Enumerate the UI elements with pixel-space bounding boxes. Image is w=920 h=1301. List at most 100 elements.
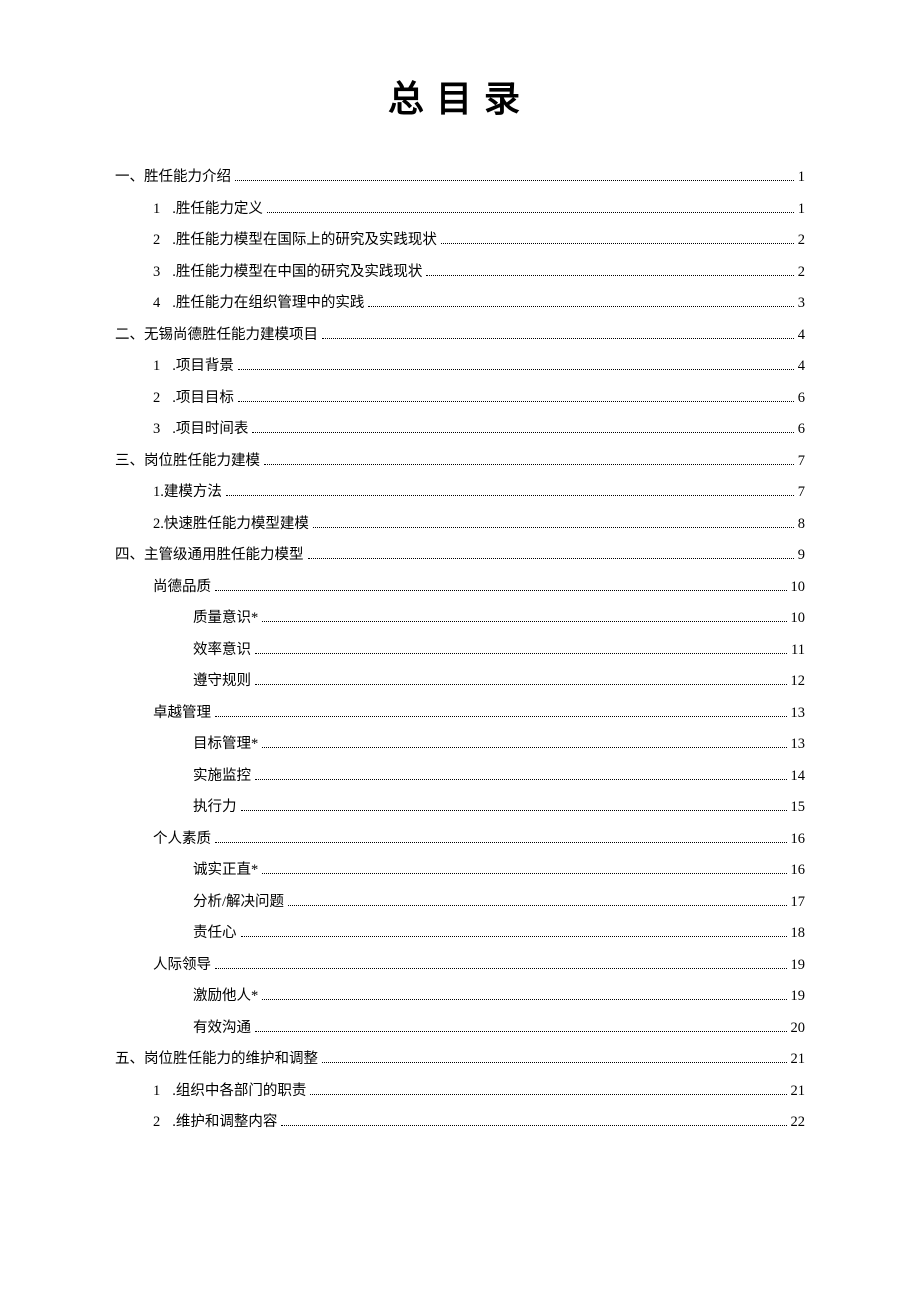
toc-entry-label: 分析/解决问题 [193,895,284,910]
toc-entry-page: 2 [798,233,805,248]
toc-entry: 人际领导19 [153,958,805,973]
toc-entry-page: 7 [798,454,805,469]
toc-entry-page: 10 [791,611,806,626]
toc-entry-label: 执行力 [193,800,237,815]
toc-entry: 实施监控 14 [193,769,805,784]
toc-entry: 2.项目目标6 [153,391,805,406]
toc-entry-label: 卓越管理 [153,706,211,721]
toc-leader [255,653,787,654]
toc-leader [310,1094,786,1095]
toc-entry-page: 22 [791,1115,806,1130]
toc-entry-label: .胜任能力定义 [172,202,263,217]
toc-leader [238,369,794,370]
toc-leader [441,243,794,244]
toc-entry-number: 二、 [115,328,144,343]
toc-leader [255,1031,787,1032]
toc-entry: 1.建模方法7 [153,485,805,500]
toc-leader [241,936,787,937]
toc-leader [235,180,794,181]
toc-entry: 有效沟通20 [193,1021,805,1036]
toc-entry: 3 .项目时间表 6 [153,422,805,437]
toc-entry-number: 四、 [115,548,144,563]
toc-entry-page: 4 [798,328,805,343]
toc-entry-label: 2.快速胜任能力模型建模 [153,517,309,532]
toc-entry-number: 3 [153,422,160,437]
toc-leader [215,842,787,843]
toc-entry-label: 岗位胜任能力的维护和调整 [144,1052,318,1067]
toc-entry: 责任心18 [193,926,805,941]
toc-entry-label: 责任心 [193,926,237,941]
toc-entry-number: 五、 [115,1052,144,1067]
toc-entry: 激励他人*19 [193,989,805,1004]
toc-entry-page: 2 [798,265,805,280]
toc-entry-page: 19 [791,958,806,973]
toc-entry-label: .组织中各部门的职责 [172,1084,306,1099]
toc-entry-page: 6 [798,391,805,406]
toc-entry-number: 1 [153,1084,160,1099]
toc-leader [322,1062,787,1063]
toc-entry-page: 16 [791,832,806,847]
toc-leader [215,968,787,969]
toc-entry-page: 4 [798,359,805,374]
toc-entry: 效率意识11 [193,643,805,658]
toc-entry-page: 8 [798,517,805,532]
toc-entry-label: 个人素质 [153,832,211,847]
toc-entry-page: 14 [791,769,806,784]
toc-entry: 2.快速胜任能力模型建模 8 [153,517,805,532]
toc-leader [238,401,794,402]
toc-entry-label: .维护和调整内容 [172,1115,277,1130]
toc-entry-label: .项目时间表 [172,422,248,437]
toc-entry-page: 17 [791,895,806,910]
toc-entry-label: 效率意识 [193,643,251,658]
toc-entry-page: 3 [798,296,805,311]
toc-entry-page: 10 [791,580,806,595]
toc-entry-label: .胜任能力在组织管理中的实践 [172,296,364,311]
toc-entry-number: 1 [153,359,160,374]
toc-leader [262,873,786,874]
toc-entry-number: 1 [153,202,160,217]
table-of-contents: 一、胜任能力介绍11.胜任能力定义12.胜任能力模型在国际上的研究及实践现状23… [115,170,805,1130]
toc-entry: 2 .维护和调整内容 22 [153,1115,805,1130]
toc-entry-number: 3 [153,265,160,280]
toc-leader [308,558,794,559]
toc-entry-number: 2 [153,1115,160,1130]
toc-entry-page: 7 [798,485,805,500]
toc-entry: 三、岗位胜任能力建模7 [115,454,805,469]
toc-leader [241,810,787,811]
toc-entry-page: 20 [791,1021,806,1036]
toc-leader [281,1125,786,1126]
toc-entry-page: 13 [791,737,806,752]
toc-entry-label: 实施监控 [193,769,251,784]
toc-entry: 个人素质 16 [153,832,805,847]
toc-entry-page: 16 [791,863,806,878]
toc-entry-page: 21 [791,1084,806,1099]
toc-entry-label: .胜任能力模型在中国的研究及实践现状 [172,265,422,280]
toc-leader [368,306,793,307]
toc-entry-label: 岗位胜任能力建模 [144,454,260,469]
toc-entry: 卓越管理 13 [153,706,805,721]
toc-entry-page: 9 [798,548,805,563]
toc-leader [262,747,786,748]
toc-entry-number: 4 [153,296,160,311]
toc-entry: 诚实正直*16 [193,863,805,878]
toc-entry: 1.胜任能力定义1 [153,202,805,217]
toc-entry-number: 2 [153,391,160,406]
toc-leader [267,212,794,213]
toc-leader [215,590,787,591]
toc-leader [252,432,793,433]
toc-leader [226,495,794,496]
toc-entry: 2.胜任能力模型在国际上的研究及实践现状2 [153,233,805,248]
toc-entry-page: 21 [791,1052,806,1067]
toc-entry: 尚德品质10 [153,580,805,595]
toc-entry-page: 19 [791,989,806,1004]
toc-leader [288,905,786,906]
toc-leader [215,716,787,717]
toc-entry-number: 2 [153,233,160,248]
toc-entry: 四、主管级通用胜任能力模型9 [115,548,805,563]
toc-entry-page: 13 [791,706,806,721]
toc-entry-page: 6 [798,422,805,437]
toc-entry-label: 质量意识* [193,611,258,626]
toc-entry: 4 .胜任能力在组织管理中的实践 3 [153,296,805,311]
toc-entry: 遵守规则12 [193,674,805,689]
toc-entry-label: 遵守规则 [193,674,251,689]
